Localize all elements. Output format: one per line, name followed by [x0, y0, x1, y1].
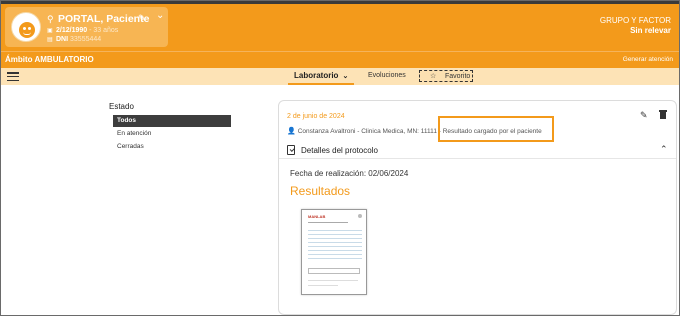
doc-line [308, 254, 362, 255]
patient-birthdate-line: ▣ 2/12/1990 - 33 años [47, 27, 118, 34]
window-top-border [1, 1, 679, 4]
group-factor-title: GRUPO Y FACTOR [599, 16, 671, 25]
doc-box [308, 268, 360, 274]
patient-age: - 33 años [89, 27, 119, 34]
group-factor-value: Sin relevar [630, 26, 671, 35]
tab-favorito-label: Favorito [445, 73, 471, 80]
pencil-icon[interactable]: ✎ [640, 110, 648, 121]
tab-evoluciones[interactable]: Evoluciones [368, 72, 406, 79]
patient-dni-line: ▤ DNI 33555444 [47, 36, 101, 43]
tab-laboratorio-label: Laboratorio [294, 71, 339, 80]
lab-result-card: 2 de junio de 2024 👤 Constanza Avaltroni … [278, 100, 677, 315]
star-icon: ☆ [430, 73, 437, 80]
chevron-down-icon[interactable]: ⌄ [156, 10, 164, 21]
doc-line [308, 234, 362, 235]
patient-name: PORTAL, Paciente [58, 13, 150, 25]
fecha-realizacion: Fecha de realización: 02/06/2024 [290, 169, 409, 178]
doc-line [308, 222, 348, 223]
edit-icon[interactable]: ✎ [138, 13, 146, 24]
doc-line [308, 280, 358, 281]
protocol-title: Detalles del protocolo [301, 146, 378, 155]
person-icon: 👤 [287, 128, 296, 135]
top-header: ⚲ PORTAL, Paciente ✎ ⌄ ▣ 2/12/1990 - 33 a… [1, 1, 679, 51]
cake-icon: ▣ [47, 28, 53, 34]
doc-line [308, 242, 362, 243]
patient-card[interactable]: ⚲ PORTAL, Paciente ✎ ⌄ ▣ 2/12/1990 - 33 a… [5, 7, 168, 47]
patient-birthdate: 2/12/1990 [56, 27, 88, 34]
highlight-box [438, 116, 554, 142]
clipboard-check-icon [287, 145, 295, 155]
chevron-down-icon: ⌄ [342, 73, 349, 80]
tab-laboratorio[interactable]: Laboratorio ⌄ [288, 68, 355, 85]
doc-line [308, 285, 338, 286]
estado-item-todos[interactable]: Todos [113, 115, 231, 127]
protocol-details-header[interactable]: Detalles del protocolo ⌃ [279, 143, 676, 159]
document-mark [358, 214, 362, 218]
estado-item-cerradas[interactable]: Cerradas [113, 141, 231, 153]
trash-icon[interactable] [659, 109, 667, 119]
tab-favorito[interactable]: ☆ Favorito [419, 70, 473, 82]
tabs-bar: Laboratorio ⌄ Evoluciones ☆ Favorito [1, 68, 679, 85]
doc-line [308, 258, 362, 259]
patient-dni: 33555444 [70, 36, 102, 43]
ambito-title: Ámbito AMBULATORIO [5, 55, 94, 64]
resultados-title: Resultados [290, 184, 351, 198]
result-document-thumbnail[interactable]: MANLAB [301, 209, 367, 295]
dni-label: DNI [56, 36, 69, 43]
menu-icon[interactable] [7, 72, 19, 82]
face-avatar-icon [11, 12, 41, 42]
document-logo: MANLAB [308, 214, 326, 219]
ambito-bar: Ámbito AMBULATORIO Generar atención [1, 51, 679, 68]
chevron-up-icon[interactable]: ⌃ [660, 144, 668, 155]
doc-line [308, 238, 362, 239]
generar-atencion-link[interactable]: Generar atención [623, 56, 673, 63]
estado-title: Estado [109, 102, 134, 111]
doc-line [308, 246, 362, 247]
doc-line [308, 250, 362, 251]
card-date: 2 de junio de 2024 [287, 113, 345, 120]
id-card-icon: ▤ [47, 37, 53, 43]
doc-line [308, 230, 362, 231]
estado-item-en-atencion[interactable]: En atención [113, 128, 231, 140]
location-pin-icon: ⚲ [47, 14, 54, 24]
